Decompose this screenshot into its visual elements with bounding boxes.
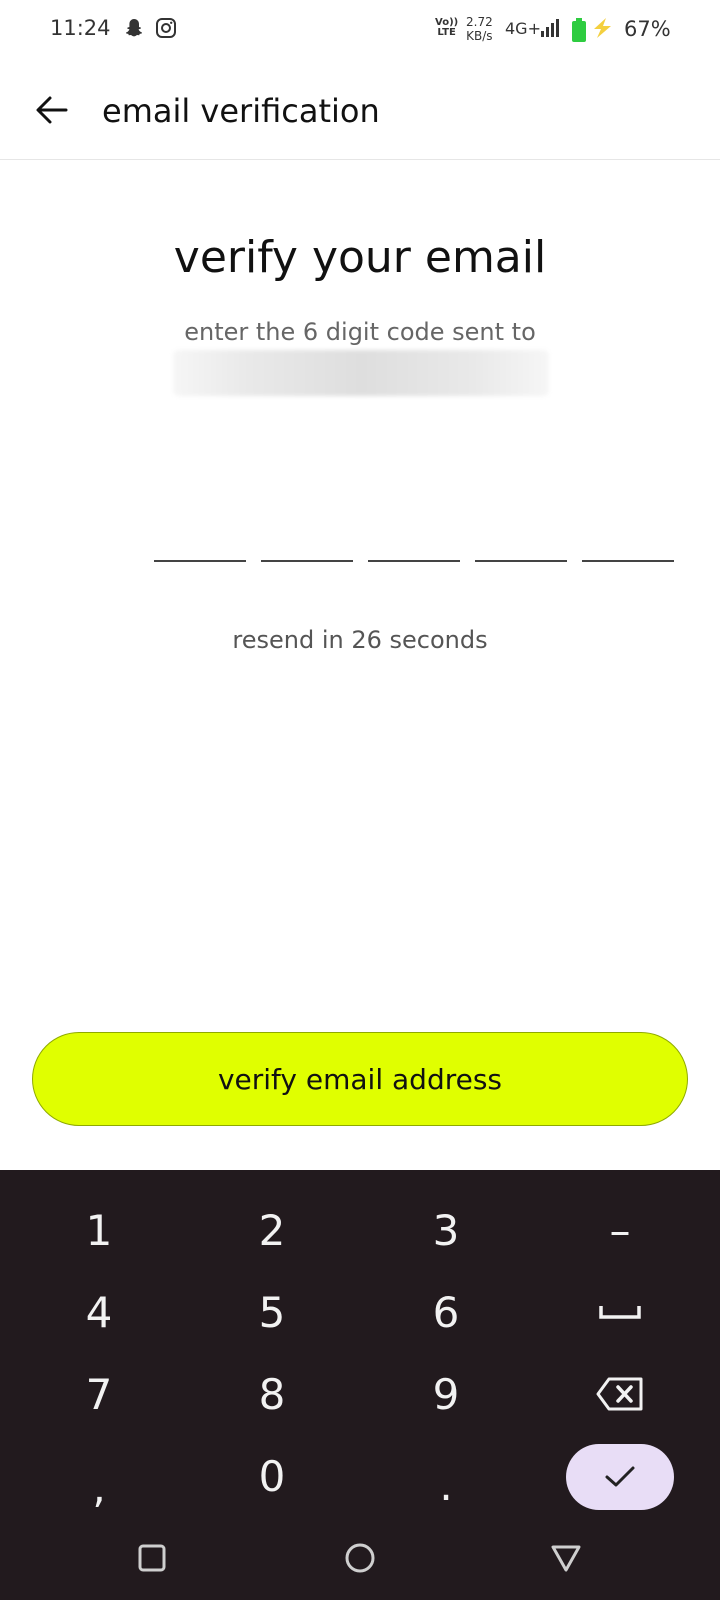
status-time: 11:24 bbox=[50, 16, 111, 40]
space-icon bbox=[599, 1306, 641, 1319]
key-0[interactable]: 0 bbox=[212, 1438, 332, 1514]
page-title: email verification bbox=[102, 92, 380, 130]
back-nav-button[interactable] bbox=[536, 1528, 596, 1588]
network-speed: 2.72 KB/s bbox=[466, 15, 493, 43]
key-comma[interactable]: , bbox=[39, 1440, 159, 1516]
charging-icon bbox=[594, 18, 611, 38]
code-slot-5[interactable] bbox=[582, 520, 674, 562]
instagram-icon bbox=[156, 18, 176, 38]
key-done[interactable] bbox=[566, 1444, 674, 1510]
redacted-email bbox=[173, 350, 549, 396]
speed-unit: KB/s bbox=[466, 29, 493, 43]
status-bar: 11:24 Vo)) LTE 2.72 KB/s 4G+ 67% bbox=[0, 0, 720, 60]
code-input[interactable] bbox=[154, 520, 674, 564]
backspace-icon bbox=[596, 1377, 643, 1411]
key-space[interactable] bbox=[560, 1274, 680, 1350]
snapchat-icon bbox=[126, 19, 142, 37]
back-button[interactable] bbox=[32, 90, 72, 130]
key-backspace[interactable] bbox=[560, 1356, 680, 1432]
code-slot-3[interactable] bbox=[368, 520, 460, 562]
check-icon bbox=[605, 1466, 635, 1487]
key-3[interactable]: 3 bbox=[386, 1192, 506, 1268]
key-dash[interactable]: – bbox=[560, 1192, 680, 1268]
home-button[interactable] bbox=[330, 1528, 390, 1588]
numeric-keyboard: 1 2 3 – 4 5 6 7 8 9 , 0 . bbox=[0, 1170, 720, 1600]
arrow-left-icon bbox=[36, 96, 68, 124]
home-icon bbox=[345, 1543, 375, 1573]
key-7[interactable]: 7 bbox=[39, 1356, 159, 1432]
recents-icon bbox=[138, 1544, 166, 1572]
verify-email-button[interactable]: verify email address bbox=[32, 1032, 688, 1126]
code-slot-2[interactable] bbox=[261, 520, 353, 562]
key-6[interactable]: 6 bbox=[386, 1274, 506, 1350]
verify-heading: verify your email bbox=[173, 232, 547, 283]
key-9[interactable]: 9 bbox=[386, 1356, 506, 1432]
key-1[interactable]: 1 bbox=[39, 1192, 159, 1268]
app-header: email verification bbox=[0, 60, 720, 160]
code-slot-1[interactable] bbox=[154, 520, 246, 562]
key-5[interactable]: 5 bbox=[212, 1274, 332, 1350]
volte-line2: LTE bbox=[437, 27, 456, 38]
battery-icon bbox=[572, 18, 586, 42]
key-8[interactable]: 8 bbox=[212, 1356, 332, 1432]
key-2[interactable]: 2 bbox=[212, 1192, 332, 1268]
key-period[interactable]: . bbox=[386, 1440, 506, 1516]
volte-indicator: Vo)) LTE bbox=[435, 18, 458, 38]
network-type: 4G+ bbox=[505, 19, 541, 38]
back-nav-icon bbox=[551, 1545, 581, 1572]
battery-percent: 67% bbox=[624, 17, 671, 41]
key-4[interactable]: 4 bbox=[39, 1274, 159, 1350]
signal-icon bbox=[541, 19, 559, 37]
recents-button[interactable] bbox=[122, 1528, 182, 1588]
code-instructions: enter the 6 digit code sent to bbox=[184, 318, 536, 346]
resend-timer: resend in 26 seconds bbox=[232, 626, 488, 654]
speed-value: 2.72 bbox=[466, 15, 493, 29]
code-slot-4[interactable] bbox=[475, 520, 567, 562]
